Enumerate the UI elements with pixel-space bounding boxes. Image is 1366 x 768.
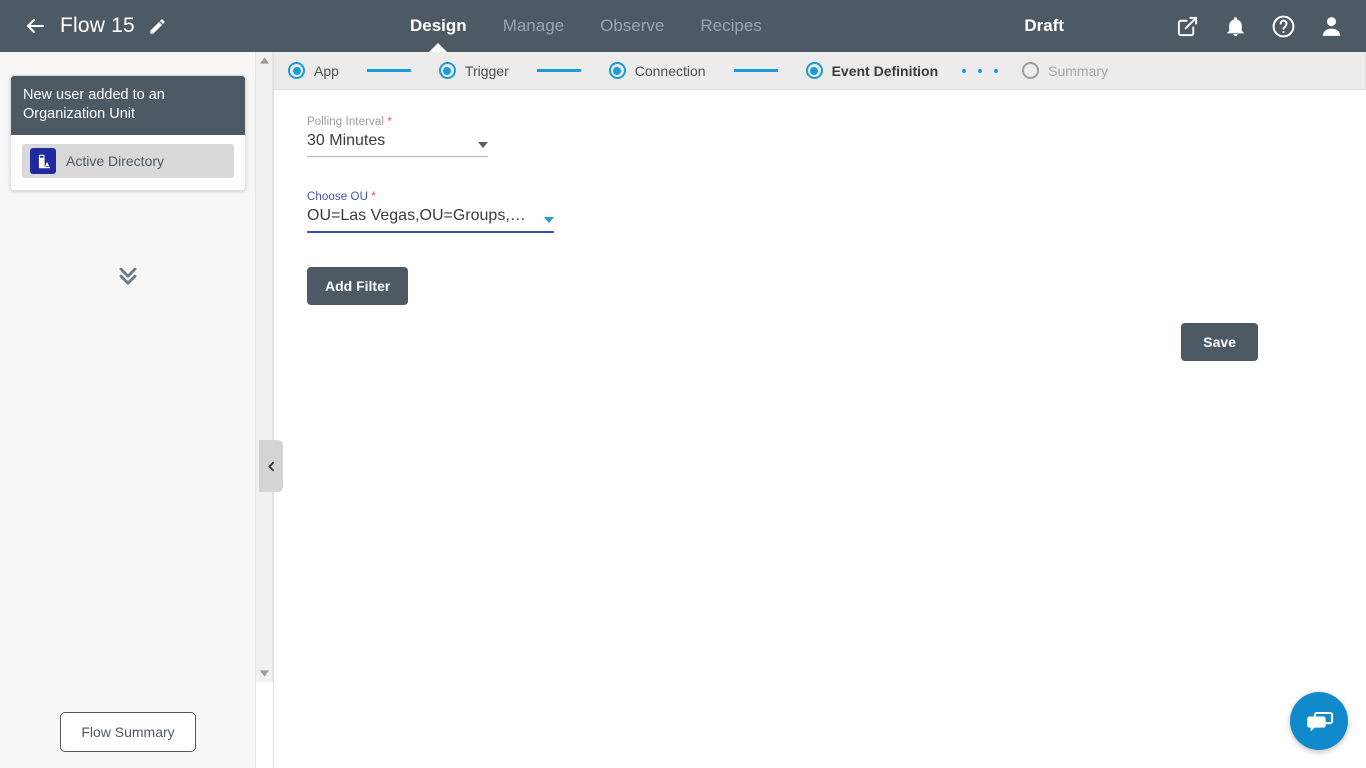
step-radio-icon <box>438 62 456 79</box>
back-arrow-icon[interactable] <box>22 13 48 39</box>
step-radio-icon <box>1022 62 1040 79</box>
choose-ou-label: Choose OU * <box>307 191 554 203</box>
double-chevron-down-icon[interactable] <box>0 261 256 289</box>
step-label: Trigger <box>464 62 509 79</box>
app-root: Flow 15 Design Manage Observe Recipes Dr… <box>0 0 1366 768</box>
tab-design[interactable]: Design <box>410 16 467 52</box>
main-content-panel: App Trigger Connection Event Definition … <box>259 52 1366 768</box>
tab-manage[interactable]: Manage <box>503 16 564 52</box>
step-radio-icon <box>608 62 626 79</box>
trigger-node-title: New user added to an Organization Unit <box>11 76 245 135</box>
chevron-down-icon <box>530 217 554 231</box>
step-label: Summary <box>1048 62 1109 79</box>
app-chip-active-directory[interactable]: Active Directory <box>22 144 234 178</box>
top-header: Flow 15 Design Manage Observe Recipes Dr… <box>0 0 1366 52</box>
tab-recipes[interactable]: Recipes <box>700 16 761 52</box>
step-summary[interactable]: Summary <box>1022 62 1108 79</box>
step-radio-icon <box>805 62 823 79</box>
step-app[interactable]: App <box>288 62 339 79</box>
choose-ou-select[interactable]: OU=Las Vegas,OU=Groups,DC=tele… <box>307 207 554 233</box>
event-definition-form: Polling Interval * 30 Minutes Choose OU … <box>274 90 1366 305</box>
wizard-stepper: App Trigger Connection Event Definition … <box>274 52 1366 90</box>
flow-summary-button[interactable]: Flow Summary <box>60 712 196 752</box>
chevron-down-icon <box>464 142 488 156</box>
sidebar-collapse-handle[interactable] <box>259 440 283 492</box>
step-connector <box>366 69 411 72</box>
app-chip-label: Active Directory <box>66 153 165 169</box>
save-button-container: Save <box>1181 323 1258 361</box>
canvas-scrollbar[interactable] <box>256 52 273 682</box>
tab-observe[interactable]: Observe <box>600 16 664 52</box>
flow-canvas-sidebar: New user added to an Organization Unit A… <box>0 52 256 768</box>
step-label: Connection <box>634 62 706 79</box>
choose-ou-value: OU=Las Vegas,OU=Groups,DC=tele… <box>307 207 530 224</box>
page-title: Flow 15 <box>60 14 135 37</box>
polling-interval-select[interactable]: 30 Minutes <box>307 132 488 157</box>
help-circle-icon[interactable] <box>1268 11 1298 41</box>
external-link-icon[interactable] <box>1172 11 1202 41</box>
chat-bubble-icon[interactable] <box>1290 692 1348 750</box>
required-asterisk: * <box>371 191 376 203</box>
polling-interval-field: Polling Interval * 30 Minutes <box>307 116 488 157</box>
save-button[interactable]: Save <box>1181 323 1258 361</box>
pencil-icon[interactable] <box>147 15 169 37</box>
notification-bell-icon[interactable] <box>1220 11 1250 41</box>
user-avatar-icon[interactable] <box>1316 11 1346 41</box>
add-filter-button[interactable]: Add Filter <box>307 267 409 305</box>
step-connection[interactable]: Connection <box>608 62 706 79</box>
step-event-definition[interactable]: Event Definition <box>805 62 939 79</box>
step-trigger[interactable]: Trigger <box>438 62 509 79</box>
polling-interval-value: 30 Minutes <box>307 132 386 149</box>
trigger-node-body: Active Directory <box>11 135 245 190</box>
polling-interval-label: Polling Interval * <box>307 116 488 128</box>
status-badge: Draft <box>1024 16 1064 35</box>
scroll-up-arrow-icon[interactable] <box>256 52 273 69</box>
active-directory-icon <box>30 148 56 174</box>
step-label: Event Definition <box>831 62 939 79</box>
header-left-group: Flow 15 <box>0 0 400 52</box>
scroll-down-arrow-icon[interactable] <box>256 665 273 682</box>
step-connector <box>733 69 778 72</box>
step-connector <box>536 69 581 72</box>
step-radio-icon <box>288 62 305 79</box>
required-asterisk: * <box>387 116 392 128</box>
flow-summary-container: Flow Summary <box>0 712 256 752</box>
step-connector-dotted <box>962 68 999 73</box>
main-nav-tabs: Design Manage Observe Recipes <box>410 0 762 52</box>
trigger-node-card[interactable]: New user added to an Organization Unit A… <box>10 75 246 191</box>
polling-interval-label-text: Polling Interval <box>307 116 385 128</box>
choose-ou-field: Choose OU * OU=Las Vegas,OU=Groups,DC=te… <box>307 191 554 233</box>
choose-ou-label-text: Choose OU <box>307 191 368 203</box>
step-label: App <box>314 62 339 79</box>
header-right-group: Draft <box>1024 0 1366 52</box>
